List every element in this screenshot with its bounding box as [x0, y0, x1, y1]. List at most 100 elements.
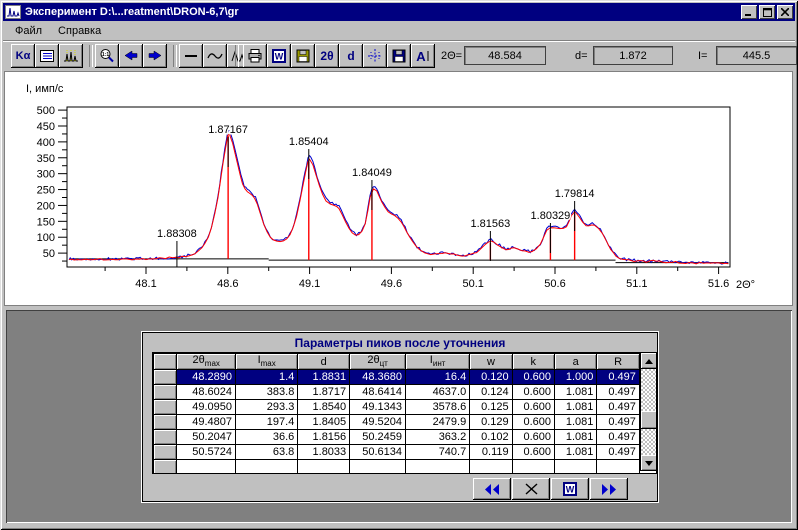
row-selector[interactable]: [154, 415, 177, 430]
table-cell[interactable]: 1.8717: [298, 385, 350, 400]
k-alpha-button[interactable]: Kα: [11, 44, 35, 68]
scroll-thumb[interactable]: [641, 411, 657, 429]
table-cell[interactable]: 1.081: [555, 400, 597, 415]
table-cell[interactable]: [597, 460, 639, 475]
table-row[interactable]: 50.204736.61.815650.2459363.20.1020.6001…: [154, 430, 640, 445]
table-cell[interactable]: [177, 460, 236, 475]
table-row[interactable]: 48.28901.41.883148.368016.40.1200.6001.0…: [154, 370, 640, 385]
table-cell[interactable]: 0.497: [597, 370, 639, 385]
table-cell[interactable]: [406, 460, 470, 475]
table-cell[interactable]: 0.600: [512, 445, 554, 460]
table-cell[interactable]: 48.6024: [177, 385, 236, 400]
table-cell[interactable]: 0.600: [512, 430, 554, 445]
table-cell[interactable]: 0.600: [512, 385, 554, 400]
table-cell[interactable]: 0.102: [470, 430, 512, 445]
table-cell[interactable]: 63.8: [236, 445, 298, 460]
table-cell[interactable]: [350, 460, 406, 475]
row-selector[interactable]: [154, 370, 177, 385]
table-cell[interactable]: [555, 460, 597, 475]
export-word-button[interactable]: W: [267, 44, 291, 68]
two-theta-button[interactable]: 2θ: [315, 44, 339, 68]
table-cell[interactable]: 49.0950: [177, 400, 236, 415]
table-scrollbar[interactable]: [640, 353, 656, 471]
zoom-1-1-button[interactable]: 1:1: [95, 44, 119, 68]
close-button[interactable]: [777, 5, 793, 19]
table-cell[interactable]: 49.4807: [177, 415, 236, 430]
table-cell[interactable]: [236, 460, 298, 475]
table-cell[interactable]: 50.2459: [350, 430, 406, 445]
diffractogram[interactable]: 5010015020025030035040045050048.148.649.…: [5, 72, 790, 303]
smooth-button[interactable]: [203, 44, 227, 68]
table-cell[interactable]: 48.2890: [177, 370, 236, 385]
table-cell[interactable]: 383.8: [236, 385, 298, 400]
table-cell[interactable]: 0.497: [597, 445, 639, 460]
table-cell[interactable]: 36.6: [236, 430, 298, 445]
table-cell[interactable]: 4637.0: [406, 385, 470, 400]
table-cell[interactable]: 0.124: [470, 385, 512, 400]
delete-peak-button[interactable]: [512, 478, 550, 500]
grid-button[interactable]: [363, 44, 387, 68]
table-cell[interactable]: 50.2047: [177, 430, 236, 445]
table-cell[interactable]: 3578.6: [406, 400, 470, 415]
table-cell[interactable]: 1.8033: [298, 445, 350, 460]
next-range-button[interactable]: [143, 44, 167, 68]
row-selector[interactable]: [154, 430, 177, 445]
table-cell[interactable]: 0.129: [470, 415, 512, 430]
table-cell[interactable]: 2479.9: [406, 415, 470, 430]
table-cell[interactable]: 0.497: [597, 400, 639, 415]
table-row[interactable]: [154, 460, 640, 475]
row-selector[interactable]: [154, 460, 177, 475]
table-cell[interactable]: 48.3680: [350, 370, 406, 385]
table-cell[interactable]: 0.120: [470, 370, 512, 385]
table-cell[interactable]: [512, 460, 554, 475]
scroll-down-button[interactable]: [641, 455, 657, 471]
table-row[interactable]: 49.4807197.41.840549.52042479.90.1290.60…: [154, 415, 640, 430]
table-cell[interactable]: 1.081: [555, 445, 597, 460]
table-cell[interactable]: [470, 460, 512, 475]
d-spacing-button[interactable]: d: [339, 44, 363, 68]
row-selector[interactable]: [154, 445, 177, 460]
table-cell[interactable]: 0.600: [512, 370, 554, 385]
baseline-button[interactable]: [179, 44, 203, 68]
table-cell[interactable]: 16.4: [406, 370, 470, 385]
table-row[interactable]: 48.6024383.81.871748.64144637.00.1240.60…: [154, 385, 640, 400]
table-cell[interactable]: 0.600: [512, 415, 554, 430]
table-cell[interactable]: 0.125: [470, 400, 512, 415]
save-results-button[interactable]: [291, 44, 315, 68]
table-cell[interactable]: 1.081: [555, 385, 597, 400]
peaks-view-button[interactable]: [59, 44, 83, 68]
table-cell[interactable]: 363.2: [406, 430, 470, 445]
table-cell[interactable]: 50.5724: [177, 445, 236, 460]
table-cell[interactable]: 1.8156: [298, 430, 350, 445]
menu-item-file[interactable]: Файл: [9, 23, 48, 39]
table-cell[interactable]: 49.1343: [350, 400, 406, 415]
row-selector[interactable]: [154, 400, 177, 415]
print-button[interactable]: [243, 44, 267, 68]
next-peaks-button[interactable]: [590, 478, 628, 500]
maximize-button[interactable]: [759, 5, 775, 19]
prev-peaks-button[interactable]: [473, 478, 511, 500]
table-cell[interactable]: 48.6414: [350, 385, 406, 400]
table-cell[interactable]: 1.8831: [298, 370, 350, 385]
row-selector[interactable]: [154, 385, 177, 400]
table-cell[interactable]: 49.5204: [350, 415, 406, 430]
table-cell[interactable]: 1.081: [555, 430, 597, 445]
table-cell[interactable]: 50.6134: [350, 445, 406, 460]
prev-range-button[interactable]: [119, 44, 143, 68]
scroll-up-button[interactable]: [641, 353, 657, 369]
save-file-button[interactable]: [387, 44, 411, 68]
table-row[interactable]: 50.572463.81.803350.6134740.70.1190.6001…: [154, 445, 640, 460]
table-cell[interactable]: 1.8540: [298, 400, 350, 415]
word-report-button[interactable]: W: [551, 478, 589, 500]
peak-list-button[interactable]: [35, 44, 59, 68]
table-cell[interactable]: 0.497: [597, 415, 639, 430]
table-cell[interactable]: 1.8405: [298, 415, 350, 430]
table-cell[interactable]: [298, 460, 350, 475]
font-button[interactable]: A: [411, 44, 435, 68]
table-cell[interactable]: 0.497: [597, 385, 639, 400]
table-cell[interactable]: 1.000: [555, 370, 597, 385]
table-cell[interactable]: 0.600: [512, 400, 554, 415]
table-cell[interactable]: 0.119: [470, 445, 512, 460]
minimize-button[interactable]: [741, 5, 757, 19]
table-cell[interactable]: 740.7: [406, 445, 470, 460]
